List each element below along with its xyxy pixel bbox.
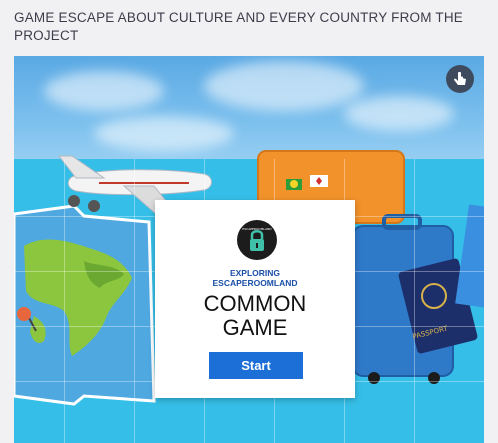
start-button[interactable]: Start (209, 352, 303, 379)
card-subtitle: EXPLORING ESCAPEROOMLAND (155, 268, 355, 288)
hand-pointer-icon (454, 71, 466, 85)
world-map-image (14, 204, 156, 406)
fullscreen-button[interactable] (446, 65, 474, 93)
game-title-line-2: GAME (222, 315, 288, 340)
subtitle-line-1: EXPLORING (229, 268, 281, 278)
escaperoomland-logo: ESCAPEROOMLAND (237, 220, 277, 260)
subtitle-line-2: ESCAPEROOMLAND (212, 278, 298, 288)
game-start-card: ESCAPEROOMLAND EXPLORING ESCAPEROOMLAND … (155, 200, 355, 398)
ticket-image (455, 204, 484, 308)
game-embed[interactable]: PASSPORT ESCAPEROOMLAND EXPLORING ESCAPE… (14, 56, 484, 443)
page-heading: GAME ESCAPE ABOUT CULTURE AND EVERY COUN… (14, 10, 463, 43)
padlock-icon (250, 230, 264, 251)
game-title-line-1: COMMON (203, 291, 307, 316)
